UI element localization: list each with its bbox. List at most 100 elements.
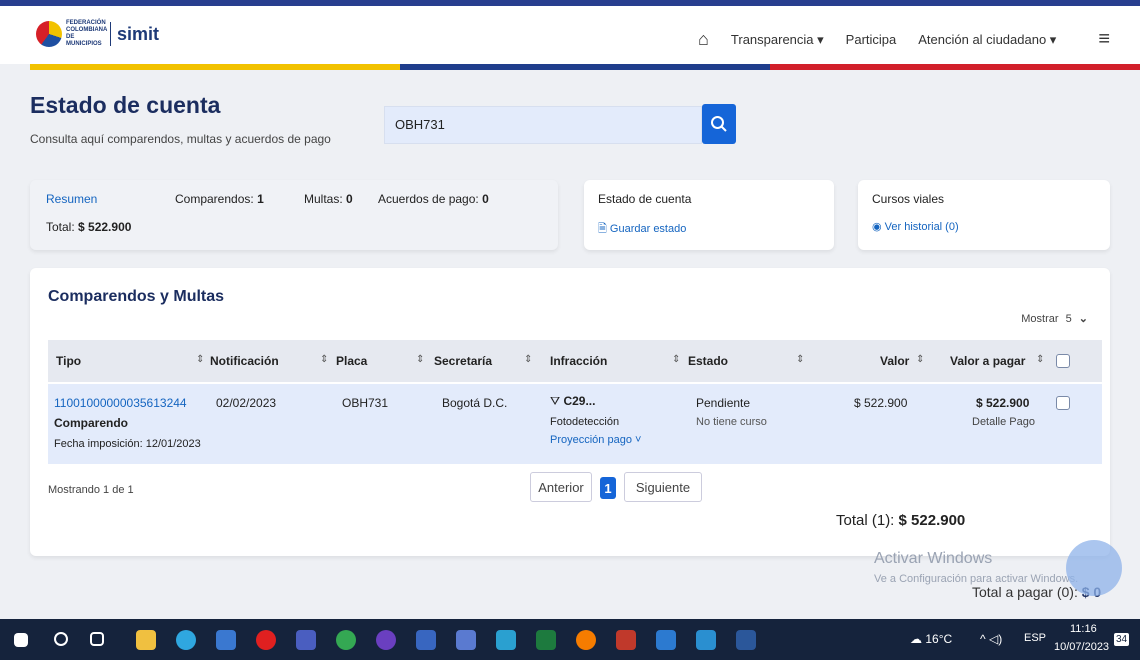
table-total: Total (1): $ 522.900 bbox=[836, 512, 966, 529]
cursos-card-title: Cursos viales bbox=[872, 192, 945, 206]
app-icon[interactable] bbox=[696, 630, 716, 650]
federation-logo-icon bbox=[36, 21, 62, 47]
excel-icon[interactable] bbox=[536, 630, 556, 650]
col-secretaria[interactable]: Secretaría bbox=[434, 354, 492, 368]
search-icon bbox=[711, 116, 727, 132]
row-valor-pagar: $ 522.900 bbox=[976, 396, 1030, 410]
notification-badge[interactable]: 34 bbox=[1114, 633, 1130, 646]
table-row: 11001000000035613244 Comparendo Fecha im… bbox=[48, 384, 1102, 464]
main-nav: ⌂ Transparencia ▾ Participa Atención al … bbox=[676, 28, 1110, 51]
windows-taskbar: ☁ 16°C ^ ◁) ESP 11:16 10/07/2023 34 bbox=[0, 619, 1140, 660]
chrome-icon[interactable] bbox=[336, 630, 356, 650]
pagination-prev[interactable]: Anterior bbox=[530, 472, 592, 502]
store-icon[interactable] bbox=[216, 630, 236, 650]
row-valor: $ 522.900 bbox=[854, 396, 908, 410]
summary-label: Resumen bbox=[46, 192, 98, 206]
estado-card-title: Estado de cuenta bbox=[598, 192, 692, 206]
proyeccion-pago-link[interactable]: Proyección pago ˅ bbox=[550, 434, 641, 446]
hamburger-menu-icon[interactable]: ≡ bbox=[1098, 28, 1110, 51]
estado-cuenta-card: Estado de cuenta 🗎 Guardar estado bbox=[584, 180, 834, 250]
system-tray-icons[interactable]: ^ ◁) bbox=[980, 632, 1002, 646]
activate-windows-title: Activar Windows bbox=[874, 550, 993, 567]
sort-icon[interactable]: ⇕ bbox=[416, 354, 424, 365]
comparendo-number-link[interactable]: 11001000000035613244 bbox=[54, 396, 187, 410]
col-valor[interactable]: Valor bbox=[880, 354, 909, 368]
row-infraccion-detalle: Fotodetección bbox=[550, 416, 620, 428]
logo-federation-text: FEDERACIÓN COLOMBIANA DE MUNICIPIOS bbox=[66, 20, 108, 47]
row-secretaria: Bogotá D.C. bbox=[442, 396, 508, 410]
edge-icon[interactable] bbox=[176, 630, 196, 650]
sort-icon[interactable]: ⇕ bbox=[1036, 354, 1044, 365]
page-subtitle: Consulta aquí comparendos, multas y acue… bbox=[30, 132, 331, 146]
sort-icon[interactable]: ⇕ bbox=[916, 354, 924, 365]
clock-time[interactable]: 11:16 bbox=[1070, 623, 1097, 635]
app-icon[interactable] bbox=[576, 630, 596, 650]
pagination-next[interactable]: Siguiente bbox=[624, 472, 702, 502]
search-button[interactable] bbox=[702, 104, 736, 144]
summary-multas: Multas: 0 bbox=[304, 192, 353, 206]
network-icon[interactable] bbox=[456, 630, 476, 650]
browser-icon[interactable] bbox=[296, 630, 316, 650]
sort-icon[interactable]: ⇕ bbox=[524, 354, 532, 365]
nav-atencion[interactable]: Atención al ciudadano ▾ bbox=[918, 32, 1056, 48]
camera-icon: ⛛ bbox=[550, 394, 561, 408]
comparendos-table-card: Comparendos y Multas Mostrar 5 ⌄ Tipo ⇕ … bbox=[30, 268, 1110, 556]
col-tipo[interactable]: Tipo bbox=[56, 354, 81, 368]
app-icon[interactable] bbox=[656, 630, 676, 650]
weather[interactable]: ☁ 16°C bbox=[910, 632, 952, 646]
col-placa[interactable]: Placa bbox=[336, 354, 367, 368]
page-size-select[interactable]: Mostrar 5 ⌄ bbox=[1021, 311, 1088, 327]
row-estado-detalle: No tiene curso bbox=[696, 416, 767, 428]
logo-brand-text: simit bbox=[117, 23, 160, 44]
top-navbar: FEDERACIÓN COLOMBIANA DE MUNICIPIOS simi… bbox=[0, 0, 1140, 64]
row-placa: OBH731 bbox=[342, 396, 389, 410]
home-icon[interactable]: ⌂ bbox=[698, 29, 709, 50]
select-all-checkbox[interactable] bbox=[1056, 354, 1070, 368]
row-infraccion: ⛛ C29... bbox=[550, 394, 596, 408]
page-title: Estado de cuenta bbox=[30, 92, 221, 118]
app-icon[interactable] bbox=[616, 630, 636, 650]
col-infraccion[interactable]: Infracción bbox=[550, 354, 607, 368]
ver-historial-link[interactable]: ◉ Ver historial (0) bbox=[872, 220, 959, 233]
cloud-icon: ☁ bbox=[910, 632, 922, 646]
row-notificacion: 02/02/2023 bbox=[216, 396, 277, 410]
plate-search-input[interactable]: OBH731 bbox=[384, 106, 702, 144]
pagination-page[interactable]: 1 bbox=[600, 477, 616, 499]
guardar-estado-link[interactable]: 🗎 Guardar estado bbox=[598, 220, 686, 239]
summary-total: Total: $ 522.900 bbox=[46, 220, 132, 234]
table-header: Tipo ⇕ Notificación ⇕ Placa ⇕ Secretaría… bbox=[48, 340, 1102, 382]
chatbot-icon[interactable] bbox=[1066, 540, 1122, 596]
simit-logo[interactable]: FEDERACIÓN COLOMBIANA DE MUNICIPIOS simi… bbox=[36, 20, 159, 48]
windows-start-icon[interactable] bbox=[14, 633, 28, 647]
cursos-viales-card: Cursos viales ◉ Ver historial (0) bbox=[858, 180, 1110, 250]
language-indicator[interactable]: ESP bbox=[1024, 632, 1046, 644]
nav-transparencia[interactable]: Transparencia ▾ bbox=[731, 32, 824, 48]
table-title: Comparendos y Multas bbox=[48, 288, 225, 305]
col-notificacion[interactable]: Notificación bbox=[210, 354, 279, 368]
sort-icon[interactable]: ⇕ bbox=[672, 354, 680, 365]
col-valor-pagar[interactable]: Valor a pagar bbox=[950, 354, 1025, 368]
detalle-pago-link[interactable]: Detalle Pago bbox=[972, 416, 1035, 428]
summary-comparendos: Comparendos: 1 bbox=[175, 192, 264, 206]
opera-icon[interactable] bbox=[256, 630, 276, 650]
row-estado: Pendiente bbox=[696, 396, 751, 410]
photos-icon[interactable] bbox=[496, 630, 516, 650]
clock-date[interactable]: 10/07/2023 bbox=[1054, 641, 1109, 653]
summary-card: Resumen Total: $ 522.900 Comparendos: 1 … bbox=[30, 180, 558, 250]
row-tipo: Comparendo bbox=[54, 416, 129, 430]
shield-icon[interactable] bbox=[416, 630, 436, 650]
search-icon[interactable] bbox=[54, 632, 68, 646]
sort-icon[interactable]: ⇕ bbox=[196, 354, 204, 365]
mostrando-text: Mostrando 1 de 1 bbox=[48, 484, 134, 496]
summary-acuerdos: Acuerdos de pago: 0 bbox=[378, 192, 489, 206]
app-icon[interactable] bbox=[376, 630, 396, 650]
sort-icon[interactable]: ⇕ bbox=[320, 354, 328, 365]
file-explorer-icon[interactable] bbox=[136, 630, 156, 650]
row-checkbox[interactable] bbox=[1056, 396, 1070, 410]
row-fecha: Fecha imposición: 12/01/2023 bbox=[54, 438, 201, 450]
task-view-icon[interactable] bbox=[90, 632, 104, 646]
sort-icon[interactable]: ⇕ bbox=[796, 354, 804, 365]
nav-participa[interactable]: Participa bbox=[846, 32, 897, 47]
word-icon[interactable] bbox=[736, 630, 756, 650]
col-estado[interactable]: Estado bbox=[688, 354, 728, 368]
